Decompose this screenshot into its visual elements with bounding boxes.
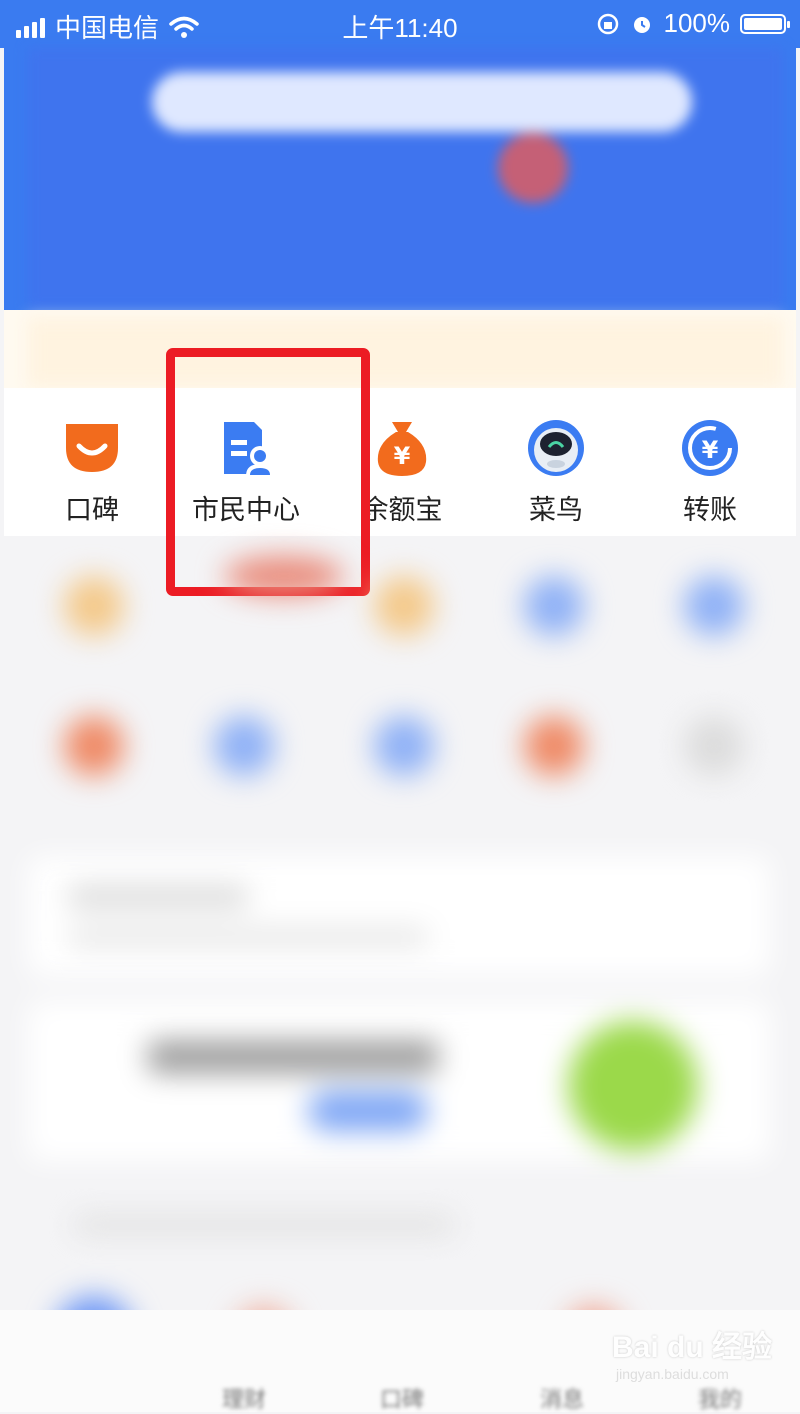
watermark-logo: Bai du 经验 [612,1331,773,1364]
blurred-icon [684,576,744,636]
rotation-lock-icon [597,13,618,34]
blurred-text [74,1216,454,1234]
blurred-banner [28,318,783,388]
blurred-icon [524,576,584,636]
battery-percent: 100% [663,8,731,38]
blurred-icon [374,716,434,776]
tab-messages[interactable]: 消息 [540,1382,584,1414]
blurred-icon [224,556,344,596]
grid-label-koubei: 口碑 [65,495,119,525]
battery-icon [740,13,790,34]
tab-koubei[interactable]: 口碑 [380,1382,424,1414]
blurred-header [28,48,783,308]
alarm-clock-icon [633,16,650,33]
watermark: Bai du 经验 jingyan.baidu.com [612,1322,772,1382]
blurred-icon [374,576,434,636]
transfer-icon: ¥ [682,420,738,476]
blurred-button [308,1091,428,1131]
blurred-text [68,928,428,946]
battery-level [744,17,782,30]
blurred-search-bar [152,72,692,132]
blurred-icon [684,716,744,776]
blurred-card [28,856,770,976]
blurred-icon [524,716,584,776]
grid-label-transfer: 转账 [683,495,737,525]
tab-mine[interactable]: 我的 [698,1382,742,1414]
watermark-url: jingyan.baidu.com [616,1366,729,1382]
grid-label-cainiao: 菜鸟 [529,495,583,525]
blurred-text [68,886,248,908]
grid-item-transfer[interactable]: ¥ 转账 [632,388,788,536]
cainiao-bird-icon [528,420,584,476]
grid-item-cainiao[interactable]: 菜鸟 [478,388,634,536]
blurred-card [28,1001,770,1161]
svg-text:¥: ¥ [702,436,719,464]
app-grid: 口碑 市民中心 ¥ 余额宝 菜鸟 ¥ 转账 [4,388,796,536]
status-bar: 中国电信 上午11:40 100% [0,0,800,48]
blurred-icon [64,576,124,636]
tab-wealth[interactable]: 理财 [222,1382,266,1414]
koubei-icon [66,424,118,472]
blurred-graphic [568,1021,698,1151]
blurred-content [28,536,770,1392]
blurred-icon [214,716,274,776]
blurred-icon [64,716,124,776]
blurred-badge [498,133,568,203]
svg-text:¥: ¥ [394,442,411,470]
blurred-text [148,1041,438,1073]
grid-item-koubei[interactable]: 口碑 [14,388,170,536]
yuebao-money-bag-icon: ¥ [377,422,427,476]
